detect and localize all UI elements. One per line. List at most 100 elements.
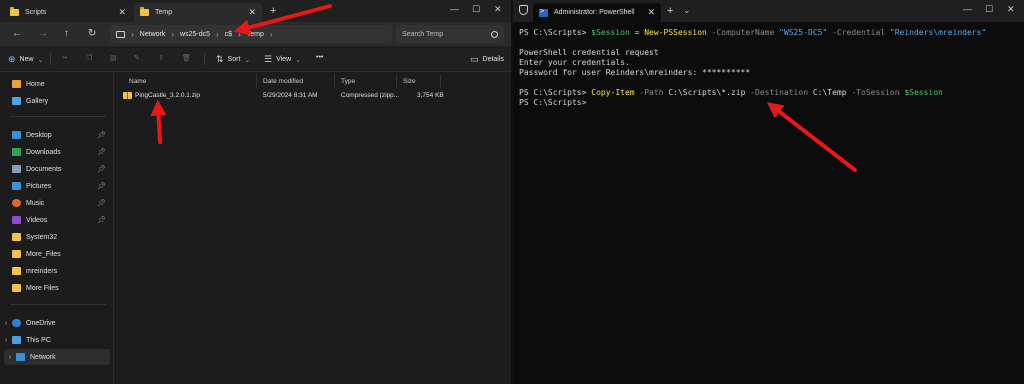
close-window-icon[interactable]: ✕ bbox=[1007, 4, 1015, 15]
string: "Reinders\mreinders" bbox=[889, 28, 987, 37]
pin-icon[interactable]: 📌︎ bbox=[97, 165, 106, 173]
close-window-icon[interactable]: ✕ bbox=[494, 4, 502, 15]
column-header-name[interactable]: Name bbox=[125, 74, 257, 88]
sidebar-item-label: Videos bbox=[26, 216, 48, 224]
sidebar-item-this-pc[interactable]: › This PC bbox=[0, 332, 112, 348]
terminal-line: Password for user Reinders\mreinders: **… bbox=[519, 68, 751, 77]
folder-icon bbox=[12, 233, 21, 241]
new-button[interactable]: ⊕ New ⌄ bbox=[8, 54, 43, 65]
parameter: -Destination bbox=[745, 88, 813, 97]
search-input[interactable]: Search Temp bbox=[396, 25, 504, 43]
address-row: ← → ↑ ↻ › Network › ws25-dc5 › c$ › Temp… bbox=[0, 22, 511, 46]
rename-icon[interactable]: ✎ bbox=[134, 54, 140, 62]
sidebar-item-mreinders[interactable]: mreinders bbox=[0, 263, 112, 279]
breadcrumb-network[interactable]: Network bbox=[140, 31, 166, 38]
sidebar-item-home[interactable]: Home bbox=[0, 76, 112, 92]
sidebar-item-network[interactable]: › Network bbox=[4, 349, 110, 365]
sidebar-item-label: Desktop bbox=[26, 131, 52, 139]
address-bar[interactable]: › Network › ws25-dc5 › c$ › Temp › bbox=[110, 25, 392, 43]
minimize-icon[interactable]: — bbox=[450, 4, 459, 14]
sidebar-item-gallery[interactable]: Gallery bbox=[0, 93, 112, 109]
folder-icon bbox=[12, 250, 21, 258]
gallery-icon bbox=[12, 97, 21, 105]
sidebar-item-label: Home bbox=[26, 80, 45, 88]
sidebar-item-more-files-2[interactable]: More Files bbox=[0, 280, 112, 296]
close-icon[interactable]: ✕ bbox=[118, 7, 126, 18]
operator: = bbox=[629, 28, 645, 37]
chevron-right-icon[interactable]: › bbox=[4, 354, 16, 361]
explorer-tab-bar: Scripts ✕ Temp ✕ + — ☐ ✕ bbox=[0, 0, 511, 22]
sidebar-item-label: Music bbox=[26, 199, 45, 207]
copy-icon[interactable]: ❐ bbox=[86, 54, 92, 62]
sidebar-item-label: Pictures bbox=[26, 182, 52, 190]
search-placeholder: Search Temp bbox=[402, 30, 444, 38]
new-label: New bbox=[19, 56, 34, 63]
paste-icon[interactable]: ▤ bbox=[110, 54, 117, 62]
refresh-icon[interactable]: ↻ bbox=[88, 28, 96, 39]
chevron-right-icon[interactable]: › bbox=[0, 320, 12, 327]
file-list: Name Date modified Type Size PingCastle_… bbox=[115, 72, 511, 384]
pin-icon[interactable]: 📌︎ bbox=[97, 148, 106, 156]
sidebar-item-downloads[interactable]: Downloads 📌︎ bbox=[0, 144, 112, 160]
chevron-down-icon[interactable]: ⌄ bbox=[683, 5, 691, 16]
pin-icon[interactable]: 📌︎ bbox=[97, 182, 106, 190]
new-tab-button[interactable]: + bbox=[270, 5, 276, 17]
view-button[interactable]: ☰ View ⌄ bbox=[264, 54, 301, 65]
breadcrumb-server[interactable]: ws25-dc5 bbox=[180, 31, 210, 38]
powershell-window: Administrator: PowerShell ✕ + ⌄ — ☐ ✕ PS… bbox=[513, 0, 1024, 384]
up-icon[interactable]: ↑ bbox=[64, 28, 69, 39]
chevron-right-icon: › bbox=[238, 29, 241, 39]
sort-button[interactable]: ⇅ Sort ⌄ bbox=[216, 54, 250, 65]
terminal-line: PS C:\Scripts> Copy-Item -Path C:\Script… bbox=[519, 88, 1019, 98]
tab-powershell[interactable]: Administrator: PowerShell ✕ bbox=[533, 3, 661, 22]
sidebar-item-label: Downloads bbox=[26, 148, 61, 156]
prompt: PS C:\Scripts> bbox=[519, 88, 592, 97]
tab-scripts[interactable]: Scripts ✕ bbox=[4, 3, 132, 22]
argument: C:\Temp bbox=[812, 88, 847, 97]
chevron-right-icon: › bbox=[269, 29, 273, 39]
details-button[interactable]: ▭ Details bbox=[470, 54, 504, 65]
network-icon bbox=[16, 353, 25, 361]
string: "WS25-DC5" bbox=[779, 28, 828, 37]
pin-icon[interactable]: 📌︎ bbox=[97, 199, 106, 207]
navigation-pane: Home Gallery Desktop 📌︎ Downloads 📌︎ Doc… bbox=[0, 72, 114, 384]
pc-icon bbox=[12, 336, 21, 344]
breadcrumb-share[interactable]: c$ bbox=[225, 31, 232, 38]
variable: $Session bbox=[904, 88, 943, 97]
music-icon bbox=[12, 199, 21, 207]
maximize-icon[interactable]: ☐ bbox=[985, 4, 993, 15]
chevron-right-icon[interactable]: › bbox=[0, 337, 12, 344]
table-row[interactable]: PingCastle_3.2.0.1.zip 5/29/2024 8:31 AM… bbox=[119, 90, 507, 102]
new-tab-button[interactable]: + bbox=[667, 5, 673, 17]
more-options-icon[interactable]: ••• bbox=[316, 54, 323, 61]
sidebar-item-documents[interactable]: Documents 📌︎ bbox=[0, 161, 112, 177]
sidebar-item-pictures[interactable]: Pictures 📌︎ bbox=[0, 178, 112, 194]
maximize-icon[interactable]: ☐ bbox=[472, 4, 480, 15]
sidebar-item-videos[interactable]: Videos 📌︎ bbox=[0, 212, 112, 228]
share-icon[interactable]: ⇪ bbox=[158, 54, 164, 62]
view-label: View bbox=[276, 56, 292, 63]
close-icon[interactable]: ✕ bbox=[248, 7, 256, 18]
terminal-output[interactable]: PS C:\Scripts> $Session = New-PSSession … bbox=[519, 28, 1019, 108]
sidebar-item-desktop[interactable]: Desktop 📌︎ bbox=[0, 127, 112, 143]
sidebar-item-system32[interactable]: System32 bbox=[0, 229, 112, 245]
breadcrumb-folder[interactable]: Temp bbox=[247, 31, 264, 38]
column-header-size[interactable]: Size bbox=[399, 74, 441, 88]
file-explorer-window: Scripts ✕ Temp ✕ + — ☐ ✕ ← → ↑ ↻ › Netwo… bbox=[0, 0, 511, 384]
pin-icon[interactable]: 📌︎ bbox=[97, 131, 106, 139]
minimize-icon[interactable]: — bbox=[963, 4, 972, 14]
sidebar-item-onedrive[interactable]: › OneDrive bbox=[0, 315, 112, 331]
tab-temp[interactable]: Temp ✕ bbox=[134, 3, 262, 22]
sidebar-item-more-files[interactable]: More_Files bbox=[0, 246, 112, 262]
column-header-type[interactable]: Type bbox=[337, 74, 397, 88]
sidebar-item-music[interactable]: Music 📌︎ bbox=[0, 195, 112, 211]
close-icon[interactable]: ✕ bbox=[647, 7, 655, 18]
pin-icon[interactable]: 📌︎ bbox=[97, 216, 106, 224]
back-icon[interactable]: ← bbox=[12, 28, 22, 39]
delete-icon[interactable]: 🗑 bbox=[182, 54, 191, 62]
cut-icon[interactable]: ✂ bbox=[62, 54, 68, 62]
file-name[interactable]: PingCastle_3.2.0.1.zip bbox=[135, 92, 200, 99]
forward-icon[interactable]: → bbox=[38, 28, 48, 39]
column-header-date[interactable]: Date modified bbox=[259, 74, 335, 88]
chevron-right-icon: › bbox=[216, 29, 219, 39]
